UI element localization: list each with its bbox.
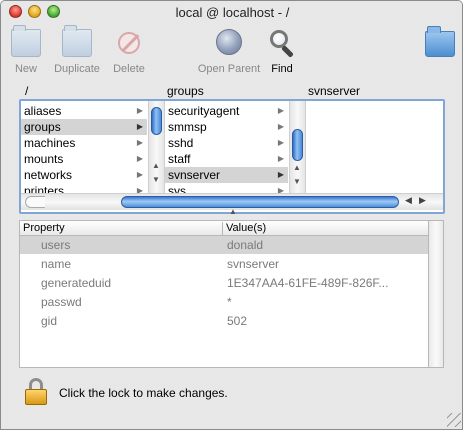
browser-item-sshd[interactable]: sshd ▶ [165, 135, 288, 151]
browser-item-printers[interactable]: printers ▶ [21, 183, 147, 193]
disclosure-arrow-icon: ▶ [277, 106, 284, 115]
table-row[interactable]: gid 502 [20, 312, 428, 330]
column-browser: aliases ▶ groups ▶ machines ▶ mounts ▶ netwo… [19, 99, 445, 214]
column-header-values[interactable]: Value(s) [226, 221, 266, 235]
scroll-up-icon[interactable]: ▲ [293, 163, 301, 172]
scroll-down-icon[interactable]: ▼ [152, 175, 160, 184]
property-value: * [227, 295, 232, 309]
duplicate-folder-icon [62, 25, 92, 57]
property-table: Property Value(s) users donald name svns… [19, 220, 429, 368]
disclosure-arrow-icon: ▶ [277, 186, 284, 193]
property-key: generateduid [41, 276, 112, 290]
delete-button[interactable]: Delete [100, 29, 158, 77]
delete-label: Delete [113, 63, 145, 75]
column-header-property[interactable]: Property [23, 221, 65, 235]
duplicate-label: Duplicate [54, 63, 100, 75]
table-row[interactable]: generateduid 1E347AA4-61FE-489F-826F... [20, 274, 428, 292]
table-row[interactable]: passwd * [20, 293, 428, 311]
disclosure-arrow-icon: ▶ [277, 170, 284, 179]
new-button[interactable]: New [1, 25, 55, 77]
table-row[interactable]: name svnserver [20, 255, 428, 273]
horizontal-scroll-thumb[interactable] [121, 196, 399, 208]
browser-item-sys[interactable]: sys ▶ [165, 183, 288, 193]
new-label: New [14, 63, 37, 75]
scroll-down-icon[interactable]: ▼ [293, 177, 301, 186]
table-vertical-scrollbar[interactable] [429, 220, 444, 368]
scroll-right-icon[interactable]: ▶ [419, 195, 426, 206]
column-header-root: / [25, 84, 29, 98]
property-key: name [41, 257, 72, 271]
resize-grip-icon[interactable] [447, 413, 461, 427]
property-key: gid [41, 314, 58, 328]
lock-message: Click the lock to make changes. [59, 386, 228, 400]
disclosure-arrow-icon: ▶ [277, 154, 284, 163]
disclosure-arrow-icon: ▶ [136, 138, 143, 147]
browser-column-groups: securityagent ▶ smmsp ▶ sshd ▶ staff ▶ svnse… [165, 101, 306, 193]
disclosure-arrow-icon: ▶ [136, 170, 143, 179]
browser-column-svnserver[interactable] [306, 101, 443, 193]
browser-item-staff[interactable]: staff ▶ [165, 151, 288, 167]
column-header-groups: groups [167, 84, 204, 98]
property-value: 502 [227, 314, 248, 328]
disclosure-arrow-icon: ▶ [136, 106, 143, 115]
browser-column-root: aliases ▶ groups ▶ machines ▶ mounts ▶ netwo… [21, 101, 165, 193]
delete-icon [118, 32, 140, 54]
new-folder-icon [11, 25, 41, 57]
browser-item-svnserver[interactable]: svnserver ▶ [165, 167, 288, 183]
lock-icon[interactable] [25, 378, 47, 406]
disclosure-arrow-icon: ▶ [136, 154, 143, 163]
browser-item-machines[interactable]: machines ▶ [21, 135, 147, 151]
duplicate-button[interactable]: Duplicate [48, 25, 106, 77]
disclosure-arrow-icon: ▶ [136, 122, 143, 131]
magnifier-icon [267, 29, 297, 59]
scroll-left-icon[interactable]: ◀ [405, 195, 412, 206]
scroll-track-cap [25, 196, 45, 208]
disclosure-arrow-icon: ▶ [277, 122, 284, 131]
browser-item-mounts[interactable]: mounts ▶ [21, 151, 147, 167]
netinfo-folder-icon [425, 25, 455, 59]
find-label: Find [271, 63, 293, 75]
browser-item-groups[interactable]: groups ▶ [21, 119, 147, 135]
property-key: users [41, 238, 71, 252]
property-value: donald [227, 238, 264, 252]
find-button[interactable]: Find [253, 29, 311, 77]
globe-icon [216, 29, 242, 55]
scroll-thumb[interactable] [151, 107, 162, 135]
groups-column-scrollbar[interactable]: ▲ ▼ [289, 101, 305, 193]
scroll-thumb[interactable] [292, 129, 303, 161]
property-value: svnserver [227, 257, 280, 271]
browser-item-networks[interactable]: networks ▶ [21, 167, 147, 183]
browser-item-aliases[interactable]: aliases ▶ [21, 103, 147, 119]
root-column-scrollbar[interactable]: ▲ ▼ [148, 101, 164, 193]
property-key: passwd [41, 295, 82, 309]
browser-item-smmsp[interactable]: smmsp ▶ [165, 119, 288, 135]
window-title: local @ localhost - / [175, 5, 290, 20]
property-value: 1E347AA4-61FE-489F-826F... [227, 276, 389, 290]
table-header: Property Value(s) [20, 221, 428, 236]
disclosure-arrow-icon: ▶ [277, 138, 284, 147]
netinfo-window: local @ localhost - / New Duplicate Dele… [0, 0, 463, 430]
disclosure-arrow-icon: ▶ [136, 186, 143, 193]
split-view-handle-icon[interactable]: ▲ [229, 207, 237, 216]
scroll-up-icon[interactable]: ▲ [152, 161, 160, 170]
column-header-svnserver: svnserver [308, 84, 361, 98]
table-row[interactable]: users donald [20, 236, 428, 254]
browser-item-securityagent[interactable]: securityagent ▶ [165, 103, 288, 119]
